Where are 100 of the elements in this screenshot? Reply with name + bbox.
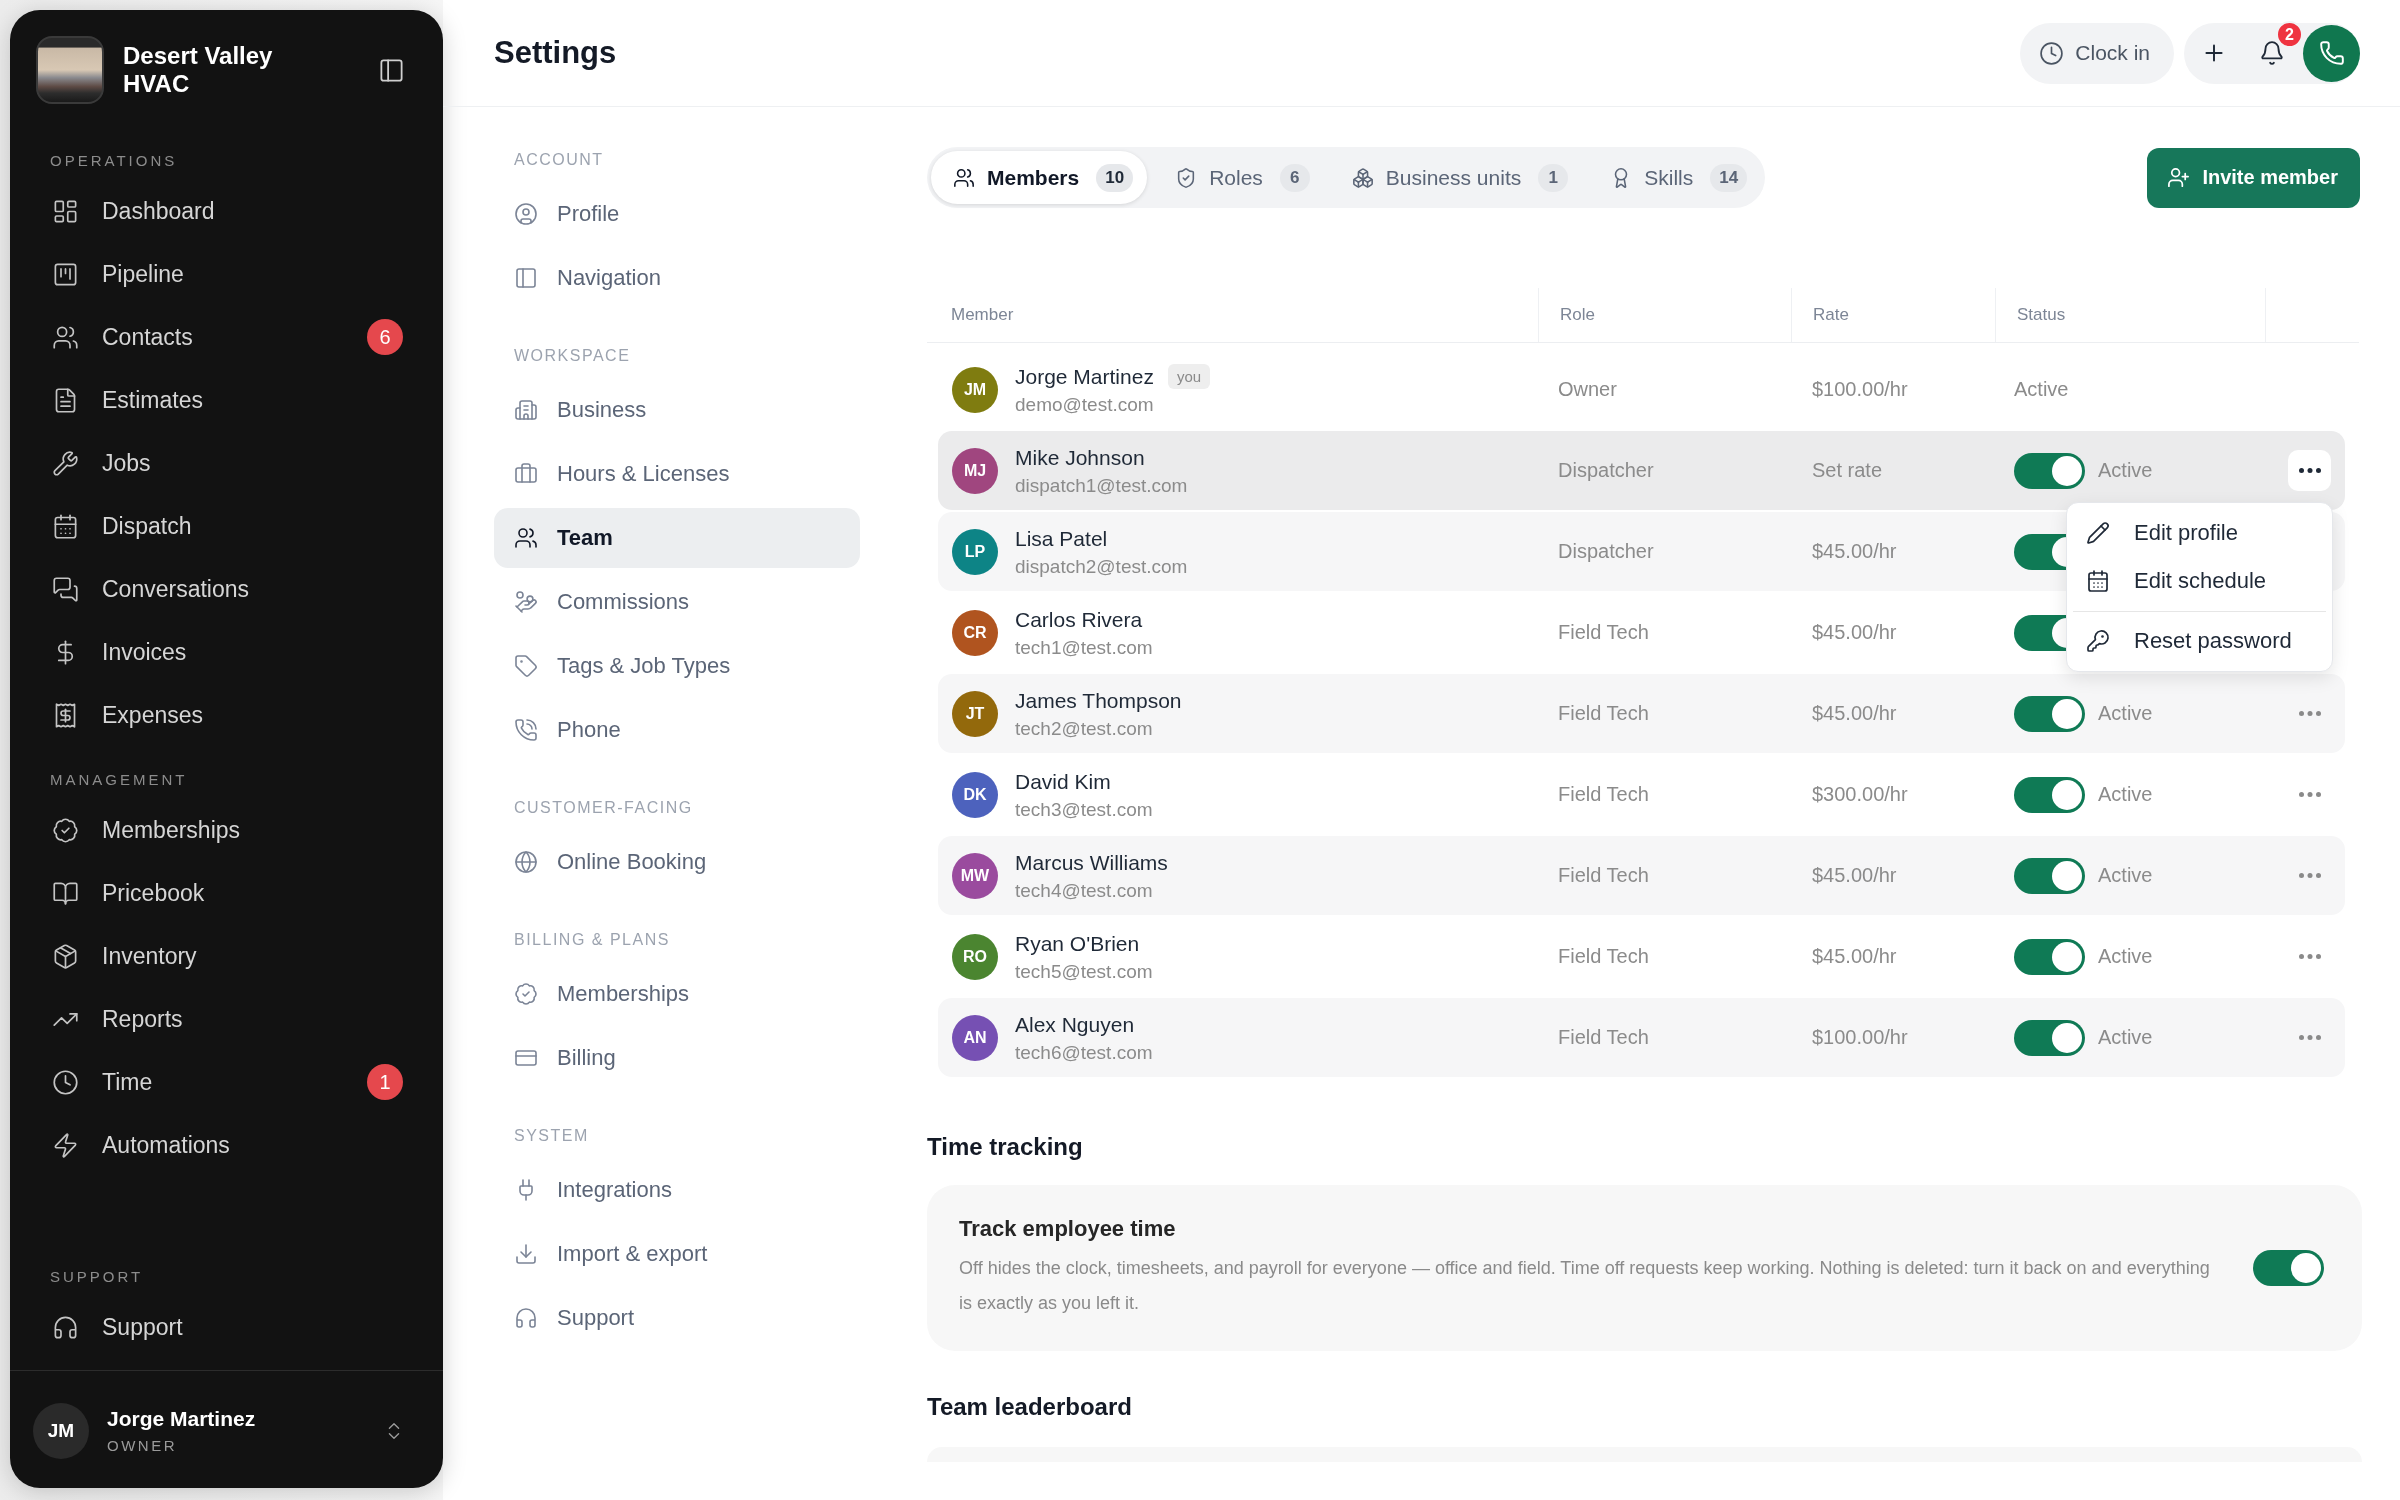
nav-item[interactable]: Estimates bbox=[36, 371, 423, 429]
nav-item[interactable]: Inventory bbox=[36, 927, 423, 985]
section-heading: Time tracking bbox=[927, 1133, 1084, 1161]
boxes-icon bbox=[1351, 166, 1374, 189]
settings-nav-item[interactable]: Billing bbox=[494, 1028, 860, 1088]
nav-item[interactable]: Expenses bbox=[36, 686, 423, 744]
rate-text: Set rate bbox=[1812, 459, 1883, 481]
nav-item[interactable]: Pipeline bbox=[36, 245, 423, 303]
settings-nav-item[interactable]: Navigation bbox=[494, 248, 860, 308]
user-avatar: JM bbox=[33, 1403, 89, 1459]
phone-icon bbox=[514, 718, 538, 742]
member-email: tech1@test.com bbox=[1015, 636, 1153, 659]
role-text: Field Tech bbox=[1558, 702, 1649, 724]
rate-text: $45.00/hr bbox=[1812, 702, 1897, 724]
nav-item[interactable]: Memberships bbox=[36, 801, 423, 859]
status-text: Active bbox=[2098, 1026, 2153, 1049]
nav-item[interactable]: Jobs bbox=[36, 434, 423, 492]
toggle-switch[interactable] bbox=[2014, 695, 2085, 732]
settings-nav-item[interactable]: Team bbox=[494, 508, 860, 568]
member-name: Carlos Rivera bbox=[1015, 606, 1143, 632]
nav-item[interactable]: Automations bbox=[36, 1116, 423, 1174]
menu-item[interactable]: Reset password bbox=[2073, 611, 2326, 665]
member-name: Mike Johnson bbox=[1015, 444, 1145, 470]
toggle-switch[interactable] bbox=[2014, 452, 2085, 489]
toggle-switch[interactable] bbox=[2253, 1250, 2324, 1286]
role-text: Field Tech bbox=[1558, 783, 1649, 805]
settings-nav-item[interactable]: Phone bbox=[494, 700, 860, 760]
section-label: WORKSPACE bbox=[513, 346, 632, 366]
toggle-switch[interactable] bbox=[2014, 857, 2085, 894]
nav-item[interactable]: Dispatch bbox=[36, 497, 423, 555]
rate-text: $45.00/hr bbox=[1812, 540, 1897, 562]
ellipsis-icon bbox=[2298, 954, 2321, 959]
notification-badge: 2 bbox=[2276, 21, 2303, 48]
nav-item[interactable]: Reports bbox=[36, 990, 423, 1048]
hand-coins-icon bbox=[514, 590, 538, 614]
status-text: Active bbox=[2098, 864, 2153, 887]
settings-nav-item[interactable]: Commissions bbox=[494, 572, 860, 632]
globe-icon bbox=[514, 850, 538, 874]
settings-nav-item[interactable]: Online Booking bbox=[494, 832, 860, 892]
tab[interactable]: Skills 14 bbox=[1588, 151, 1762, 204]
member-email: dispatch1@test.com bbox=[1015, 474, 1188, 497]
nav-item[interactable]: Time 1 bbox=[36, 1053, 423, 1111]
download-icon bbox=[514, 1242, 538, 1266]
status-text: Active bbox=[2098, 945, 2153, 968]
rate-text: $45.00/hr bbox=[1812, 864, 1897, 886]
status-text: Active bbox=[2098, 783, 2153, 806]
setting-title: Track employee time bbox=[959, 1215, 1177, 1243]
column-header: Member bbox=[951, 305, 1014, 325]
you-tag: you bbox=[1167, 363, 1211, 389]
member-email: tech4@test.com bbox=[1015, 879, 1154, 902]
toggle-switch[interactable] bbox=[2014, 776, 2085, 813]
column-header: Status bbox=[2017, 305, 2066, 325]
nav-item[interactable]: Support bbox=[36, 1298, 423, 1356]
clock-in-button[interactable]: Clock in bbox=[2020, 22, 2174, 84]
menu-item[interactable]: Edit profile bbox=[2073, 509, 2326, 557]
nav-item[interactable]: Contacts 6 bbox=[36, 308, 423, 366]
settings-nav-item[interactable]: Support bbox=[494, 1288, 860, 1348]
phone-icon bbox=[2318, 40, 2345, 66]
nav-item[interactable]: Pricebook bbox=[36, 864, 423, 922]
settings-nav-item[interactable]: Tags & Job Types bbox=[494, 636, 860, 696]
clock-icon bbox=[2039, 40, 2065, 66]
more-button[interactable] bbox=[2288, 450, 2331, 491]
tab[interactable]: Members 10 bbox=[931, 151, 1148, 204]
settings-nav-item[interactable]: Integrations bbox=[494, 1160, 860, 1220]
member-email: tech5@test.com bbox=[1015, 960, 1153, 983]
package-icon bbox=[52, 942, 79, 970]
count-badge: 1 bbox=[1538, 163, 1569, 192]
member-name: Marcus Williams bbox=[1015, 849, 1168, 875]
tab[interactable]: Business units 1 bbox=[1329, 151, 1583, 204]
settings-nav-item[interactable]: Memberships bbox=[494, 964, 860, 1024]
settings-nav-item[interactable]: Import & export bbox=[494, 1224, 860, 1284]
section-label: MANAGEMENT bbox=[49, 770, 189, 790]
member-avatar: AN bbox=[952, 1014, 998, 1061]
settings-nav-item[interactable]: Hours & Licenses bbox=[494, 444, 860, 504]
toggle-switch[interactable] bbox=[2014, 1019, 2085, 1056]
sidebar-toggle-button[interactable] bbox=[378, 56, 405, 84]
role-text: Dispatcher bbox=[1558, 459, 1654, 481]
member-name: Lisa Patel bbox=[1015, 525, 1108, 551]
member-name: Jorge Martinez bbox=[1015, 363, 1154, 389]
rate-text: $45.00/hr bbox=[1812, 621, 1897, 643]
user-role: OWNER bbox=[107, 1437, 178, 1455]
member-name: James Thompson bbox=[1015, 687, 1182, 713]
nav-item[interactable]: Dashboard bbox=[36, 182, 423, 240]
toggle-switch[interactable] bbox=[2014, 938, 2085, 975]
section-label: BILLING & PLANS bbox=[513, 930, 671, 950]
settings-nav-item[interactable]: Business bbox=[494, 380, 860, 440]
wrench-icon bbox=[52, 449, 79, 477]
settings-nav-item[interactable]: Profile bbox=[494, 184, 860, 244]
bell-icon bbox=[2259, 40, 2285, 66]
member-name: Alex Nguyen bbox=[1015, 1011, 1135, 1037]
building-icon bbox=[514, 398, 538, 422]
phone-button[interactable] bbox=[2303, 24, 2360, 82]
nav-item[interactable]: Conversations bbox=[36, 560, 423, 618]
role-text: Owner bbox=[1558, 378, 1617, 400]
ellipsis-icon bbox=[2298, 1035, 2321, 1040]
invite-member-button[interactable]: Invite member bbox=[2147, 147, 2360, 208]
nav-item[interactable]: Invoices bbox=[36, 623, 423, 681]
tab[interactable]: Roles 6 bbox=[1153, 151, 1324, 204]
menu-item[interactable]: Edit schedule bbox=[2073, 557, 2326, 605]
ellipsis-icon bbox=[2298, 711, 2321, 716]
